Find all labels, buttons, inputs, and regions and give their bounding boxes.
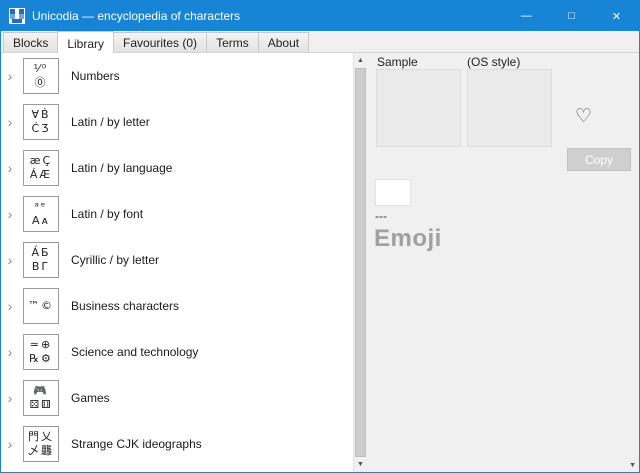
category-icon: æÇ ÁÆ xyxy=(23,150,59,186)
expand-chevron-icon[interactable]: › xyxy=(1,206,19,222)
tree-item-label: Games xyxy=(71,391,110,405)
tab-library[interactable]: Library xyxy=(57,31,114,53)
tree-item-games[interactable]: › 🎮 ⚄⚅ Games xyxy=(1,375,353,421)
expand-chevron-icon[interactable]: › xyxy=(1,298,19,314)
library-tree: › ⅟⁰ ⓪ Numbers › ⱯḂ ĆƷ Latin / by letter… xyxy=(1,53,353,472)
app-window: Unicodia — encyclopedia of characters — … xyxy=(0,0,640,473)
tree-item-latin-by-language[interactable]: › æÇ ÁÆ Latin / by language xyxy=(1,145,353,191)
tree-item-label: Numbers xyxy=(71,69,120,83)
expand-chevron-icon[interactable]: › xyxy=(1,160,19,176)
close-button[interactable]: ✕ xyxy=(594,1,639,31)
close-icon: ✕ xyxy=(612,10,621,23)
window-title: Unicodia — encyclopedia of characters xyxy=(32,9,504,23)
scroll-down-icon[interactable]: ▼ xyxy=(354,457,367,472)
tree-item-label: Latin / by language xyxy=(71,161,172,175)
tree-item-label: Science and technology xyxy=(71,345,198,359)
expand-chevron-icon[interactable]: › xyxy=(1,436,19,452)
category-icon: ᵃᵄ Aᴀ xyxy=(23,196,59,232)
minimize-button[interactable]: — xyxy=(504,1,549,31)
maximize-icon: □ xyxy=(568,10,575,22)
expand-chevron-icon[interactable]: › xyxy=(1,114,19,130)
os-style-label: (OS style) xyxy=(467,55,520,69)
tree-item-latin-by-letter[interactable]: › ⱯḂ ĆƷ Latin / by letter xyxy=(1,99,353,145)
tree-item-business-characters[interactable]: › ™© Business characters xyxy=(1,283,353,329)
category-icon: ™© xyxy=(23,288,59,324)
app-icon xyxy=(9,8,25,24)
tree-item-label: Latin / by letter xyxy=(71,115,150,129)
category-icon: ⅟⁰ ⓪ xyxy=(23,58,59,94)
expand-chevron-icon[interactable]: › xyxy=(1,68,19,84)
scroll-up-icon[interactable]: ▲ xyxy=(354,53,367,68)
category-icon: А́Б ВГ xyxy=(23,242,59,278)
tab-blocks[interactable]: Blocks xyxy=(3,32,58,52)
expand-chevron-icon[interactable]: › xyxy=(1,390,19,406)
tree-scrollbar[interactable]: ▲ ▼ xyxy=(353,53,367,472)
category-icon: ≃⊕ ℞⚙ xyxy=(23,334,59,370)
code-placeholder: --- xyxy=(375,209,387,223)
tree-item-label: Business characters xyxy=(71,299,179,313)
detail-panel: Sample (OS style) ♡ Copy --- Emoji ▼ xyxy=(367,53,639,472)
tree-item-numbers[interactable]: › ⅟⁰ ⓪ Numbers xyxy=(1,53,353,99)
tree-item-science-technology[interactable]: › ≃⊕ ℞⚙ Science and technology xyxy=(1,329,353,375)
tab-bar: Blocks Library Favourites (0) Terms Abou… xyxy=(1,31,639,53)
os-style-preview-box xyxy=(467,69,552,147)
tree-item-label: Latin / by font xyxy=(71,207,143,221)
library-page: › ⅟⁰ ⓪ Numbers › ⱯḂ ĆƷ Latin / by letter… xyxy=(1,53,639,472)
expand-chevron-icon[interactable]: › xyxy=(1,344,19,360)
scrollbar-thumb[interactable] xyxy=(355,68,366,457)
expand-chevron-icon[interactable]: › xyxy=(1,252,19,268)
tree-item-label: Cyrillic / by letter xyxy=(71,253,159,267)
tab-about[interactable]: About xyxy=(258,32,309,52)
minimize-icon: — xyxy=(521,10,532,22)
tree-item-cyrillic-by-letter[interactable]: › А́Б ВГ Cyrillic / by letter xyxy=(1,237,353,283)
tab-favourites[interactable]: Favourites (0) xyxy=(113,32,207,52)
tree-item-label: Strange CJK ideographs xyxy=(71,437,202,451)
tree-item-latin-by-font[interactable]: › ᵃᵄ Aᴀ Latin / by font xyxy=(1,191,353,237)
copy-button[interactable]: Copy xyxy=(567,148,631,171)
sample-label: Sample xyxy=(377,55,418,69)
sample-preview-box xyxy=(376,69,461,147)
character-cell[interactable] xyxy=(375,179,411,206)
block-title: Emoji xyxy=(374,225,442,253)
category-icon: 🎮 ⚄⚅ xyxy=(23,380,59,416)
tab-terms[interactable]: Terms xyxy=(206,32,259,52)
titlebar[interactable]: Unicodia — encyclopedia of characters — … xyxy=(1,1,639,31)
category-icon: 門乂 乄龘 xyxy=(23,426,59,462)
tree-item-strange-cjk[interactable]: › 門乂 乄龘 Strange CJK ideographs xyxy=(1,421,353,467)
favourite-heart-icon[interactable]: ♡ xyxy=(575,105,592,128)
category-icon: ⱯḂ ĆƷ xyxy=(23,104,59,140)
detail-scroll-down-icon[interactable]: ▼ xyxy=(629,462,636,469)
maximize-button[interactable]: □ xyxy=(549,1,594,31)
